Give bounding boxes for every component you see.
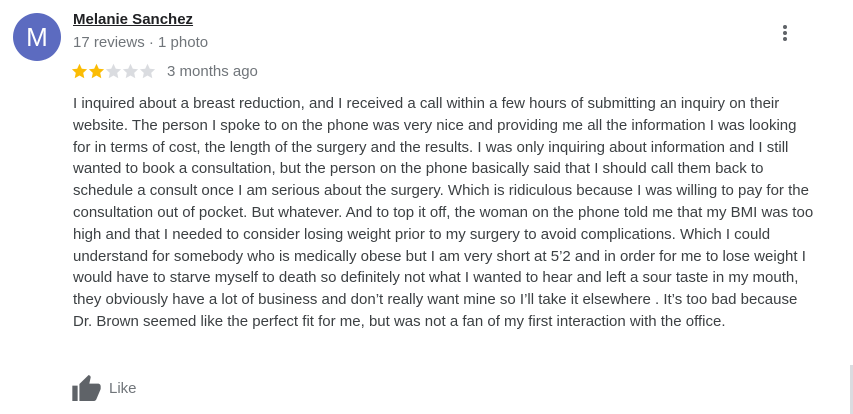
- like-label: Like: [109, 379, 137, 397]
- star-empty-icon: [139, 63, 156, 79]
- thumbs-up-icon: [72, 375, 101, 401]
- review-date: 3 months ago: [167, 62, 258, 80]
- star-rating: [71, 63, 156, 79]
- more-vert-icon: [783, 25, 787, 41]
- avatar-initial: M: [26, 22, 48, 52]
- reviewer-meta: 17 reviews · 1 photo: [73, 34, 209, 51]
- review-text: I inquired about a breast reduction, and…: [73, 95, 814, 330]
- like-button[interactable]: Like: [72, 374, 137, 402]
- avatar[interactable]: M: [13, 13, 61, 61]
- more-options-button[interactable]: [772, 20, 798, 46]
- star-filled-icon: [71, 63, 88, 79]
- review-card: M Melanie Sanchez 17 reviews · 1 photo 3…: [0, 0, 853, 414]
- rating-row: 3 months ago: [71, 61, 258, 81]
- reviewer-name-link[interactable]: Melanie Sanchez: [73, 11, 193, 28]
- star-filled-icon: [88, 63, 105, 79]
- star-empty-icon: [122, 63, 139, 79]
- star-empty-icon: [105, 63, 122, 79]
